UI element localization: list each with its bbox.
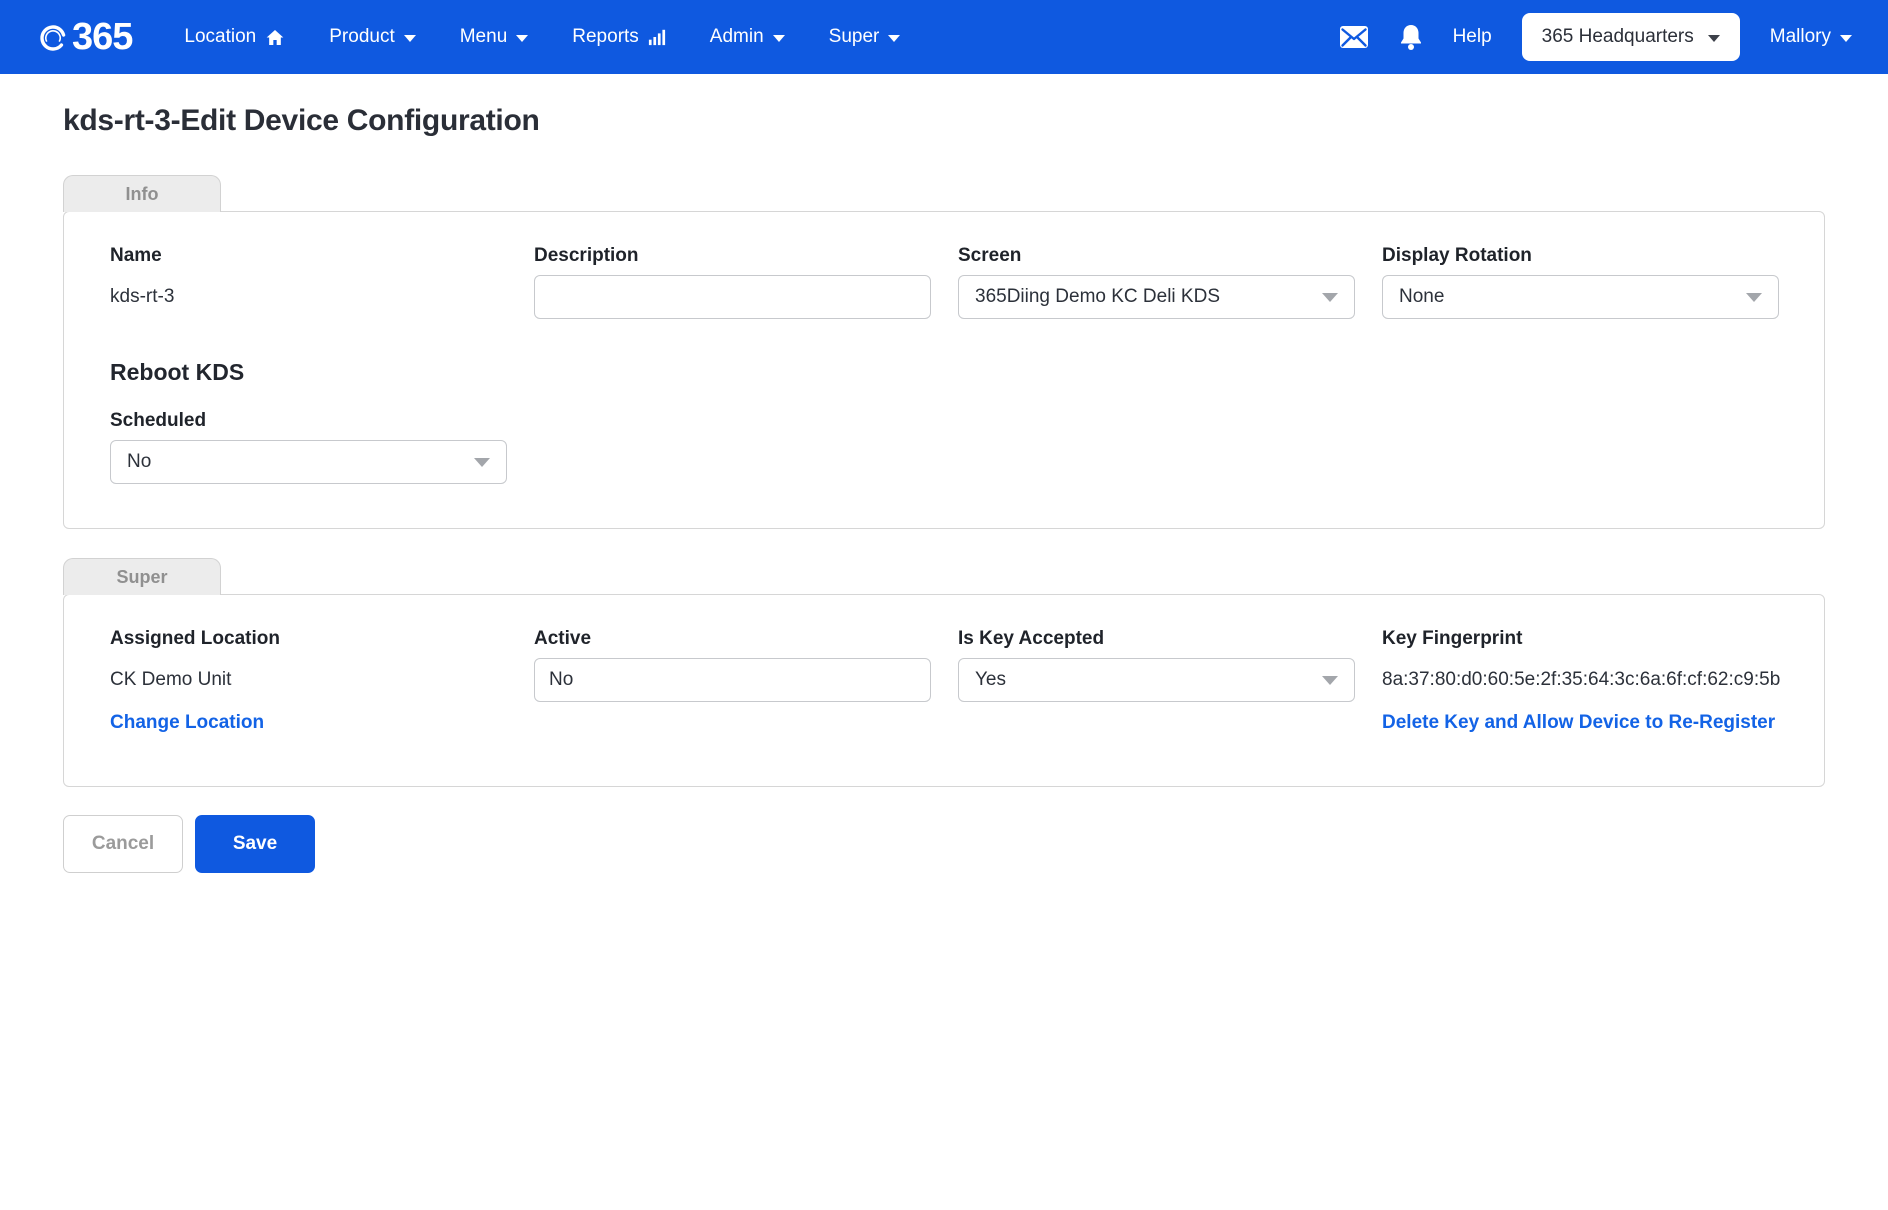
chevron-down-icon: [1840, 35, 1852, 42]
key-fingerprint-label: Key Fingerprint: [1382, 628, 1780, 650]
scheduled-dropdown[interactable]: No: [110, 440, 507, 484]
field-assigned-location: Assigned Location CK Demo Unit Change Lo…: [110, 628, 507, 734]
info-fields-row: Name kds-rt-3 Description Screen 365Diin…: [110, 245, 1778, 319]
active-input[interactable]: [534, 658, 931, 702]
app-logo[interactable]: 365: [36, 16, 132, 59]
assigned-location-label: Assigned Location: [110, 628, 507, 650]
field-display-rotation: Display Rotation None: [1382, 245, 1779, 319]
active-label: Active: [534, 628, 931, 650]
mail-icon[interactable]: [1339, 25, 1369, 49]
main-nav: Location Product Menu Reports: [184, 26, 900, 48]
chevron-down-icon: [888, 35, 900, 42]
field-key-fingerprint: Key Fingerprint 8a:37:80:d0:60:5e:2f:35:…: [1382, 628, 1780, 734]
super-fields-row: Assigned Location CK Demo Unit Change Lo…: [110, 628, 1778, 734]
super-panel: Assigned Location CK Demo Unit Change Lo…: [63, 594, 1825, 787]
name-value: kds-rt-3: [110, 275, 507, 319]
description-input[interactable]: [534, 275, 931, 319]
name-label: Name: [110, 245, 507, 267]
form-actions: Cancel Save: [63, 815, 1825, 873]
field-screen: Screen 365Diing Demo KC Deli KDS: [958, 245, 1355, 319]
screen-dropdown-value: 365Diing Demo KC Deli KDS: [975, 286, 1220, 308]
tab-info[interactable]: Info: [63, 175, 221, 212]
display-rotation-dropdown-value: None: [1399, 286, 1444, 308]
save-button[interactable]: Save: [195, 815, 315, 873]
help-link[interactable]: Help: [1453, 26, 1492, 48]
nav-item-menu[interactable]: Menu: [460, 26, 529, 48]
info-panel: Name kds-rt-3 Description Screen 365Diin…: [63, 211, 1825, 529]
nav-item-admin[interactable]: Admin: [710, 26, 785, 48]
is-key-accepted-label: Is Key Accepted: [958, 628, 1355, 650]
nav-item-product[interactable]: Product: [329, 26, 415, 48]
page-title: kds-rt-3-Edit Device Configuration: [63, 104, 1825, 138]
nav-label-admin: Admin: [710, 26, 764, 48]
display-rotation-dropdown[interactable]: None: [1382, 275, 1779, 319]
org-selector-label: 365 Headquarters: [1542, 26, 1694, 48]
super-section: Super Assigned Location CK Demo Unit Cha…: [63, 557, 1825, 787]
nav-item-reports[interactable]: Reports: [572, 26, 666, 48]
change-location-link[interactable]: Change Location: [110, 712, 264, 734]
nav-label-product: Product: [329, 26, 394, 48]
help-label: Help: [1453, 26, 1492, 48]
reboot-kds-heading: Reboot KDS: [110, 359, 1778, 386]
logo-ring-icon: [36, 20, 70, 54]
nav-label-menu: Menu: [460, 26, 508, 48]
nav-item-location[interactable]: Location: [184, 26, 285, 48]
nav-label-super: Super: [829, 26, 880, 48]
screen-dropdown[interactable]: 365Diing Demo KC Deli KDS: [958, 275, 1355, 319]
key-fingerprint-value: 8a:37:80:d0:60:5e:2f:35:64:3c:6a:6f:cf:6…: [1382, 658, 1780, 702]
field-description: Description: [534, 245, 931, 319]
field-is-key-accepted: Is Key Accepted Yes: [958, 628, 1355, 734]
field-scheduled: Scheduled No: [110, 410, 1778, 484]
chevron-down-icon: [404, 35, 416, 42]
nav-item-super[interactable]: Super: [829, 26, 901, 48]
is-key-accepted-dropdown-value: Yes: [975, 669, 1006, 691]
user-name-label: Mallory: [1770, 26, 1831, 48]
org-selector-button[interactable]: 365 Headquarters: [1522, 13, 1740, 61]
field-name: Name kds-rt-3: [110, 245, 507, 319]
chevron-down-icon: [474, 458, 490, 467]
navbar-right: Help 365 Headquarters Mallory: [1339, 13, 1852, 61]
chevron-down-icon: [1322, 676, 1338, 685]
delete-key-link[interactable]: Delete Key and Allow Device to Re-Regist…: [1382, 712, 1775, 734]
chevron-down-icon: [1746, 293, 1762, 302]
screen-label: Screen: [958, 245, 1355, 267]
description-label: Description: [534, 245, 931, 267]
cancel-button[interactable]: Cancel: [63, 815, 183, 873]
scheduled-dropdown-value: No: [127, 451, 151, 473]
assigned-location-value: CK Demo Unit: [110, 658, 507, 702]
bell-icon[interactable]: [1399, 24, 1423, 51]
info-section: Info Name kds-rt-3 Description Screen 36…: [63, 174, 1825, 529]
top-navbar: 365 Location Product Menu Reports: [0, 0, 1888, 74]
display-rotation-label: Display Rotation: [1382, 245, 1779, 267]
nav-label-location: Location: [184, 26, 256, 48]
is-key-accepted-dropdown[interactable]: Yes: [958, 658, 1355, 702]
logo-text: 365: [72, 16, 132, 59]
bar-chart-icon: [648, 28, 666, 46]
field-active: Active: [534, 628, 931, 734]
scheduled-label: Scheduled: [110, 410, 1778, 432]
main-content: kds-rt-3-Edit Device Configuration Info …: [0, 104, 1888, 873]
tab-super[interactable]: Super: [63, 558, 221, 595]
chevron-down-icon: [1322, 293, 1338, 302]
nav-label-reports: Reports: [572, 26, 639, 48]
user-menu[interactable]: Mallory: [1770, 26, 1852, 48]
chevron-down-icon: [773, 35, 785, 42]
chevron-down-icon: [1708, 35, 1720, 42]
home-icon: [265, 28, 285, 47]
chevron-down-icon: [516, 35, 528, 42]
